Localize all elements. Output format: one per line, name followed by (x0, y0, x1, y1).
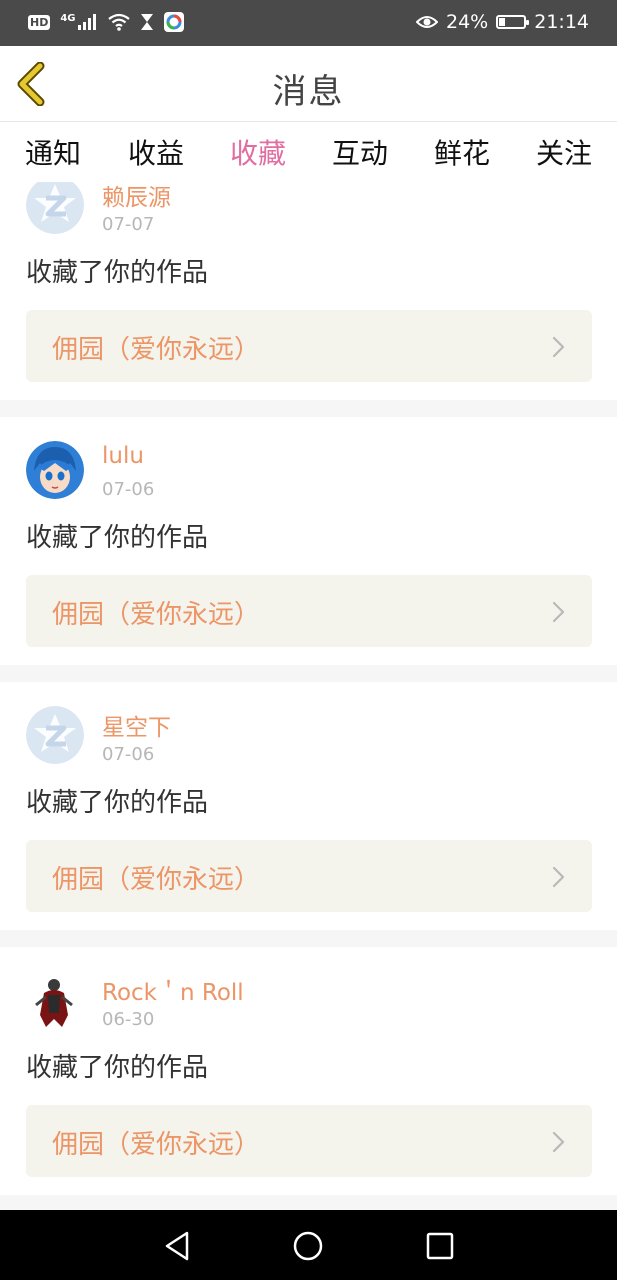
network-label: 4G (60, 13, 97, 30)
message-date: 07-06 (102, 744, 155, 765)
tab-label: 关注 (535, 137, 592, 170)
avatar[interactable] (26, 441, 84, 499)
avatar[interactable] (26, 182, 84, 234)
tab-5[interactable]: 关注 (524, 132, 604, 172)
app-notification-icon (163, 12, 184, 32)
message-date: 07-07 (102, 214, 155, 235)
tab-label: 互动 (331, 137, 388, 170)
action-text: 收藏了你的作品 (26, 523, 209, 553)
default-avatar-image (26, 706, 84, 764)
tab-1[interactable]: 收益 (116, 132, 196, 172)
message-card: 星空下 07-06 收藏了你的作品佣园（爱你永远） (0, 682, 617, 930)
work-title: 佣园（爱你永远） (52, 1130, 261, 1160)
nav-home-button[interactable] (290, 1228, 326, 1264)
tab-2[interactable]: 收藏 (218, 132, 298, 187)
back-triangle-icon (165, 1231, 189, 1261)
user-name[interactable]: 赖辰源 (102, 182, 171, 212)
user-name[interactable]: Rock＇n Roll (102, 973, 244, 1007)
chevron-right-icon (552, 336, 565, 358)
chevron-right-icon (552, 601, 565, 623)
work-title: 佣园（爱你永远） (52, 600, 261, 630)
anime-avatar-image (26, 441, 84, 499)
work-link[interactable]: 佣园（爱你永远） (26, 1105, 592, 1177)
home-circle-icon (293, 1231, 323, 1261)
chevron-right-icon (552, 1131, 565, 1153)
work-link[interactable]: 佣园（爱你永远） (26, 840, 592, 912)
tab-label: 收益 (127, 137, 184, 170)
work-link[interactable]: 佣园（爱你永远） (26, 575, 592, 647)
work-title: 佣园（爱你永远） (52, 335, 261, 365)
action-text: 收藏了你的作品 (26, 258, 209, 288)
message-date: 06-30 (102, 1009, 155, 1030)
hd-badge: HD (28, 14, 51, 30)
tab-0[interactable]: 通知 (13, 132, 93, 172)
battery-icon (496, 15, 530, 29)
user-name[interactable]: 星空下 (102, 708, 171, 742)
work-link[interactable]: 佣园（爱你永远） (26, 310, 592, 382)
message-card: lulu 07-06 收藏了你的作品佣园（爱你永远） (0, 417, 617, 665)
tab-label: 通知 (24, 137, 81, 170)
chevron-right-icon (552, 866, 565, 888)
hourglass-icon (140, 14, 153, 30)
figure-avatar-image (26, 971, 84, 1029)
user-name[interactable]: lulu (102, 443, 144, 469)
tab-3[interactable]: 互动 (320, 132, 400, 172)
eye-icon (416, 16, 438, 28)
action-text: 收藏了你的作品 (26, 788, 209, 818)
tab-label: 鲜花 (433, 137, 490, 170)
status-left: HD 4G (28, 12, 184, 32)
page-title: 消息 (272, 72, 345, 112)
recents-square-icon (426, 1232, 454, 1260)
nav-recents-button[interactable] (422, 1228, 458, 1264)
wifi-icon (107, 13, 130, 31)
message-list[interactable]: 赖辰源 07-07 收藏了你的作品 佣园（爱你永远） lulu 07-06 收藏了你的作品佣… (0, 182, 617, 1210)
default-avatar-image (26, 182, 84, 234)
tab-label: 收藏 (229, 137, 286, 170)
status-bar: HD 4G 24% 21:14 (0, 0, 617, 46)
clock: 21:14 (534, 11, 589, 33)
work-title: 佣园（爱你永远） (52, 865, 261, 895)
action-text: 收藏了你的作品 (26, 1053, 209, 1083)
system-nav-bar (0, 1210, 617, 1280)
tab-bar: 通知 收益 收藏 互动 鲜花 关注 (0, 122, 617, 187)
app-header: 消息 (0, 46, 617, 122)
avatar[interactable] (26, 971, 84, 1029)
message-card: Rock＇n Roll 06-30 收藏了你的作品佣园（爱你永远） (0, 947, 617, 1195)
message-date: 07-06 (102, 479, 155, 500)
signal-icon (77, 14, 96, 30)
avatar[interactable] (26, 706, 84, 764)
message-card: 赖辰源 07-07 收藏了你的作品佣园（爱你永远） (0, 182, 617, 400)
tab-4[interactable]: 鲜花 (422, 132, 502, 172)
status-right: 24% 21:14 (416, 11, 589, 33)
battery-percent: 24% (446, 11, 489, 33)
nav-back-button[interactable] (160, 1228, 196, 1264)
